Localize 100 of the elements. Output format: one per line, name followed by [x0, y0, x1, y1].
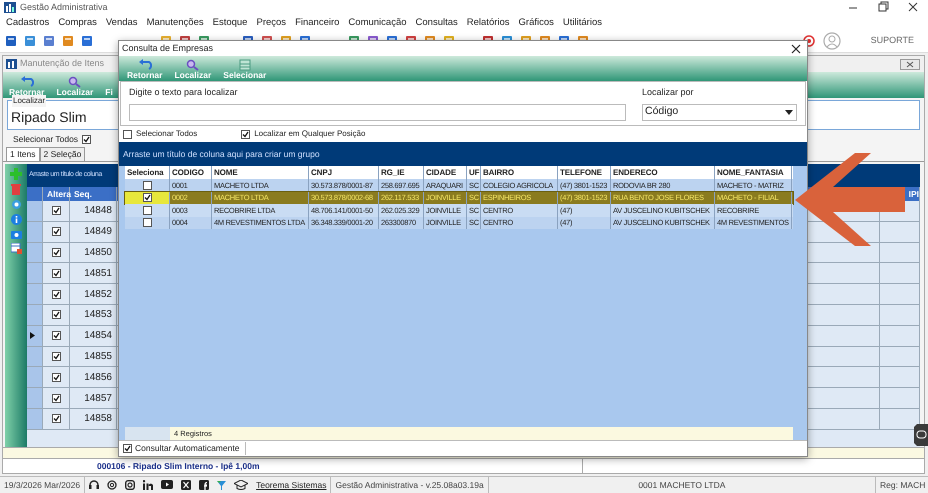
- menu-item[interactable]: Cadastros: [6, 16, 50, 30]
- table-cell-text: 14858: [84, 412, 112, 426]
- menu-item[interactable]: Comunicação: [348, 16, 407, 30]
- support-label[interactable]: SUPORTE: [870, 34, 914, 48]
- checkbox[interactable]: [52, 394, 60, 403]
- tab[interactable]: 1 Itens: [6, 147, 40, 161]
- checkbox[interactable]: [52, 248, 60, 257]
- checkbox[interactable]: [52, 290, 60, 299]
- close-icon[interactable]: [906, 60, 914, 68]
- menu-item[interactable]: Compras: [58, 16, 97, 30]
- play-icon[interactable]: [161, 480, 174, 490]
- info-text: 000106 - Ripado Slim Interno - Ipê 1,00m: [97, 461, 260, 471]
- checkbox[interactable]: [123, 444, 132, 453]
- reg-text: Reg: MACH: [880, 478, 926, 492]
- toolbar-icon[interactable]: [43, 35, 55, 47]
- row-indicator-cell[interactable]: [27, 408, 43, 429]
- checkbox[interactable]: [52, 310, 60, 320]
- checkbox[interactable]: [142, 193, 152, 202]
- column-header[interactable]: UF: [469, 166, 480, 178]
- column-header[interactable]: CIDADE: [426, 166, 456, 178]
- table-cell-text: 14854: [84, 329, 112, 344]
- column-header[interactable]: IPI: [908, 188, 919, 200]
- social-media-icon[interactable]: [143, 480, 154, 490]
- checkbox[interactable]: [52, 352, 60, 361]
- side-tab-icon[interactable]: [914, 424, 928, 446]
- table-cell-text: 14855: [84, 350, 112, 364]
- checkbox[interactable]: [142, 218, 152, 228]
- row-indicator-cell[interactable]: [27, 263, 43, 284]
- menu-item[interactable]: Relatórios: [466, 16, 510, 30]
- row-indicator-cell[interactable]: [27, 222, 43, 242]
- menu-item[interactable]: Utilitários: [562, 16, 602, 30]
- menu-item[interactable]: Estoque: [212, 16, 248, 30]
- checkbox[interactable]: [142, 206, 152, 215]
- info-icon[interactable]: [10, 214, 22, 225]
- row-indicator-cell[interactable]: [27, 304, 43, 325]
- column-header[interactable]: ENDERECO: [613, 166, 658, 178]
- field-label: Localizar por: [642, 86, 695, 99]
- graduation-cap-icon[interactable]: [234, 480, 248, 490]
- window-icon: [6, 59, 17, 69]
- column-header[interactable]: CNPJ: [311, 166, 332, 178]
- checkbox[interactable]: [52, 268, 60, 278]
- back-icon: [138, 58, 152, 70]
- menu-item[interactable]: Manutenções: [146, 16, 204, 30]
- column-header[interactable]: NOME: [214, 166, 238, 178]
- menu-item[interactable]: Financeiro: [295, 16, 340, 30]
- checkbox[interactable]: [52, 331, 60, 340]
- toolbar-icon[interactable]: [5, 35, 17, 47]
- toolbar-icon[interactable]: [62, 35, 74, 47]
- column-header[interactable]: Seq.: [70, 188, 92, 200]
- checkbox[interactable]: [52, 414, 60, 424]
- toolbar-icon[interactable]: [24, 35, 36, 47]
- social-media-icon[interactable]: [199, 480, 210, 490]
- toolbar-icon[interactable]: [81, 35, 93, 47]
- row-indicator-cell[interactable]: [27, 388, 43, 408]
- checkbox-label: Consultar Automaticamente: [135, 442, 246, 455]
- column-header[interactable]: TELEFONE: [560, 166, 602, 178]
- window-title: Manutenção de Itens: [20, 57, 104, 70]
- dropdown[interactable]: Código: [642, 104, 797, 120]
- column-header[interactable]: NOME_FANTASIA: [717, 166, 784, 178]
- group-label: Localizar: [12, 95, 46, 107]
- column-header[interactable]: Altera: [43, 188, 72, 200]
- calendar-icon[interactable]: [10, 243, 22, 254]
- column-header[interactable]: RG_IE: [381, 166, 405, 178]
- table-cell-text: 14853: [84, 308, 112, 322]
- checkbox[interactable]: [52, 206, 60, 216]
- search-icon: [68, 76, 82, 88]
- window-title: Consulta de Empresas: [122, 42, 214, 55]
- checkbox[interactable]: [82, 135, 92, 144]
- column-header[interactable]: CODIGO: [172, 166, 204, 178]
- column-header[interactable]: BAIRRO: [483, 166, 514, 178]
- filter-icon[interactable]: [217, 480, 226, 490]
- checkbox[interactable]: [241, 130, 250, 138]
- search-icon: [186, 58, 200, 70]
- row-indicator-cell[interactable]: [27, 346, 43, 366]
- checkbox[interactable]: [52, 227, 60, 236]
- checkbox[interactable]: [142, 180, 152, 190]
- social-media-icon[interactable]: [181, 480, 192, 490]
- camera-icon[interactable]: [125, 480, 136, 490]
- menu-item[interactable]: Vendas: [106, 16, 138, 30]
- link[interactable]: Teorema Sistemas: [256, 478, 326, 492]
- checkbox[interactable]: [52, 372, 60, 382]
- row-indicator-icon: [30, 332, 35, 340]
- checkbox[interactable]: [123, 130, 132, 138]
- row-indicator-cell[interactable]: [27, 326, 43, 346]
- row-indicator-cell[interactable]: [27, 367, 43, 388]
- menu-item[interactable]: Consultas: [416, 16, 458, 30]
- table-cell-text: 14857: [84, 392, 112, 406]
- row-indicator-cell[interactable]: [27, 201, 43, 221]
- menu-item[interactable]: Gráficos: [518, 16, 554, 30]
- headset-icon[interactable]: [89, 480, 100, 490]
- close-button[interactable]: [900, 58, 920, 70]
- row-indicator-cell[interactable]: [27, 242, 43, 262]
- column-header[interactable]: Seleciona: [127, 166, 164, 178]
- field-label: Digite o texto para localizar: [129, 86, 239, 99]
- table-cell-text: 14850: [84, 246, 112, 260]
- window-title: Gestão Administrativa: [20, 0, 108, 14]
- row-indicator-cell[interactable]: [27, 284, 43, 304]
- menu-item[interactable]: Preços: [256, 16, 286, 30]
- tab[interactable]: 2 Seleção: [40, 147, 86, 161]
- search-field[interactable]: [129, 104, 626, 120]
